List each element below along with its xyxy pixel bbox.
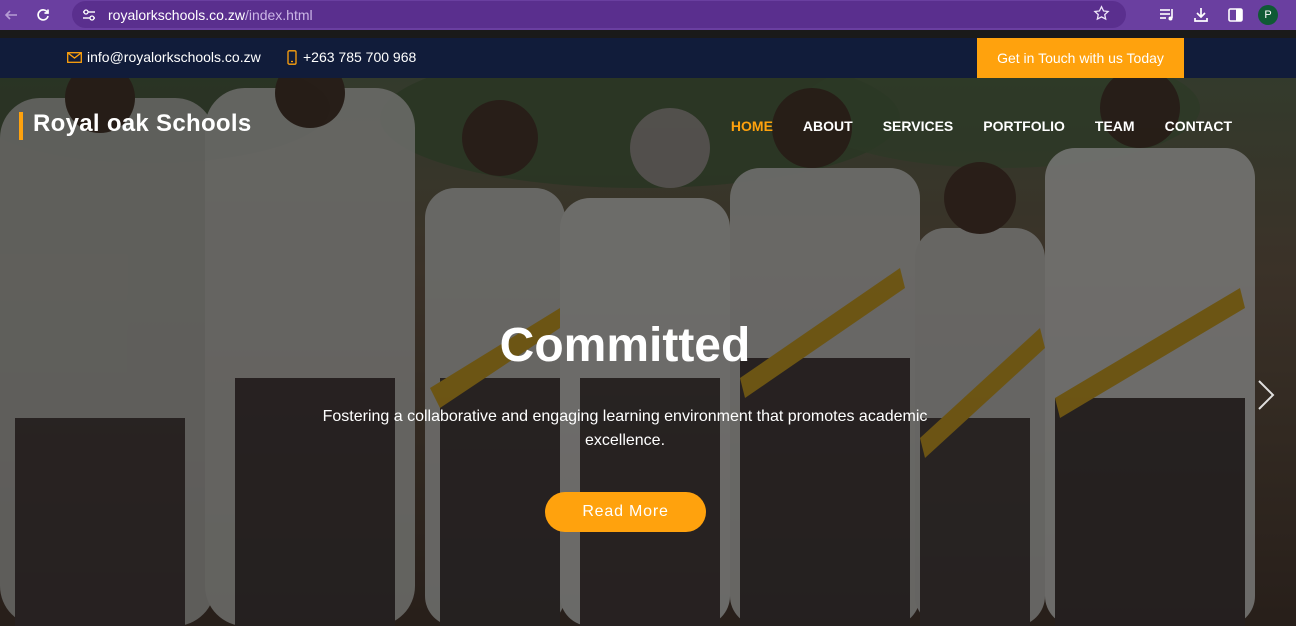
hero-subtitle: Fostering a collaborative and engaging l…: [322, 408, 928, 449]
get-in-touch-button[interactable]: Get in Touch with us Today: [977, 38, 1184, 78]
envelope-icon: [67, 51, 82, 63]
nav-item-portfolio[interactable]: PORTFOLIO: [983, 118, 1065, 134]
mobile-phone-icon: [286, 49, 298, 65]
media-queue-icon[interactable]: [1150, 0, 1184, 30]
nav-item-about[interactable]: ABOUT: [803, 118, 853, 134]
hero-title: Committed: [499, 319, 751, 372]
brand-accent-bar: [19, 112, 23, 140]
url-text: royalorkschools.co.zw/index.html: [108, 7, 313, 23]
site-settings-icon[interactable]: [80, 6, 98, 24]
site-logo[interactable]: Royal oak Schools: [33, 110, 252, 138]
url-path: /index.html: [244, 6, 313, 23]
chevron-right-icon[interactable]: [1256, 378, 1276, 417]
nav-item-home[interactable]: HOME: [731, 118, 773, 134]
download-icon[interactable]: [1184, 0, 1218, 30]
browser-toolbar: royalorkschools.co.zw/index.html P: [0, 0, 1296, 30]
read-more-button[interactable]: Read More: [545, 492, 706, 532]
main-nav: HOME ABOUT SERVICES PORTFOLIO TEAM CONTA…: [701, 118, 1232, 134]
topbar-email[interactable]: info@royalorkschools.co.zw: [67, 49, 261, 65]
hero-section: Royal oak Schools HOME ABOUT SERVICES PO…: [0, 78, 1296, 626]
topbar-phone[interactable]: +263 785 700 968: [286, 49, 416, 65]
side-panel-icon[interactable]: [1218, 0, 1252, 30]
phone-text: +263 785 700 968: [303, 49, 417, 65]
top-info-bar: info@royalorkschools.co.zw +263 785 700 …: [0, 38, 1296, 78]
profile-avatar[interactable]: P: [1258, 5, 1278, 25]
nav-item-contact[interactable]: CONTACT: [1165, 118, 1232, 134]
star-icon[interactable]: [1093, 5, 1110, 27]
email-text: info@royalorkschools.co.zw: [87, 49, 261, 65]
arrow-left-icon[interactable]: [0, 0, 22, 30]
nav-item-team[interactable]: TEAM: [1095, 118, 1135, 134]
address-bar[interactable]: royalorkschools.co.zw/index.html: [72, 1, 1126, 28]
reload-icon[interactable]: [30, 0, 56, 30]
url-host: royalorkschools.co.zw: [108, 6, 245, 23]
nav-item-services[interactable]: SERVICES: [883, 118, 954, 134]
